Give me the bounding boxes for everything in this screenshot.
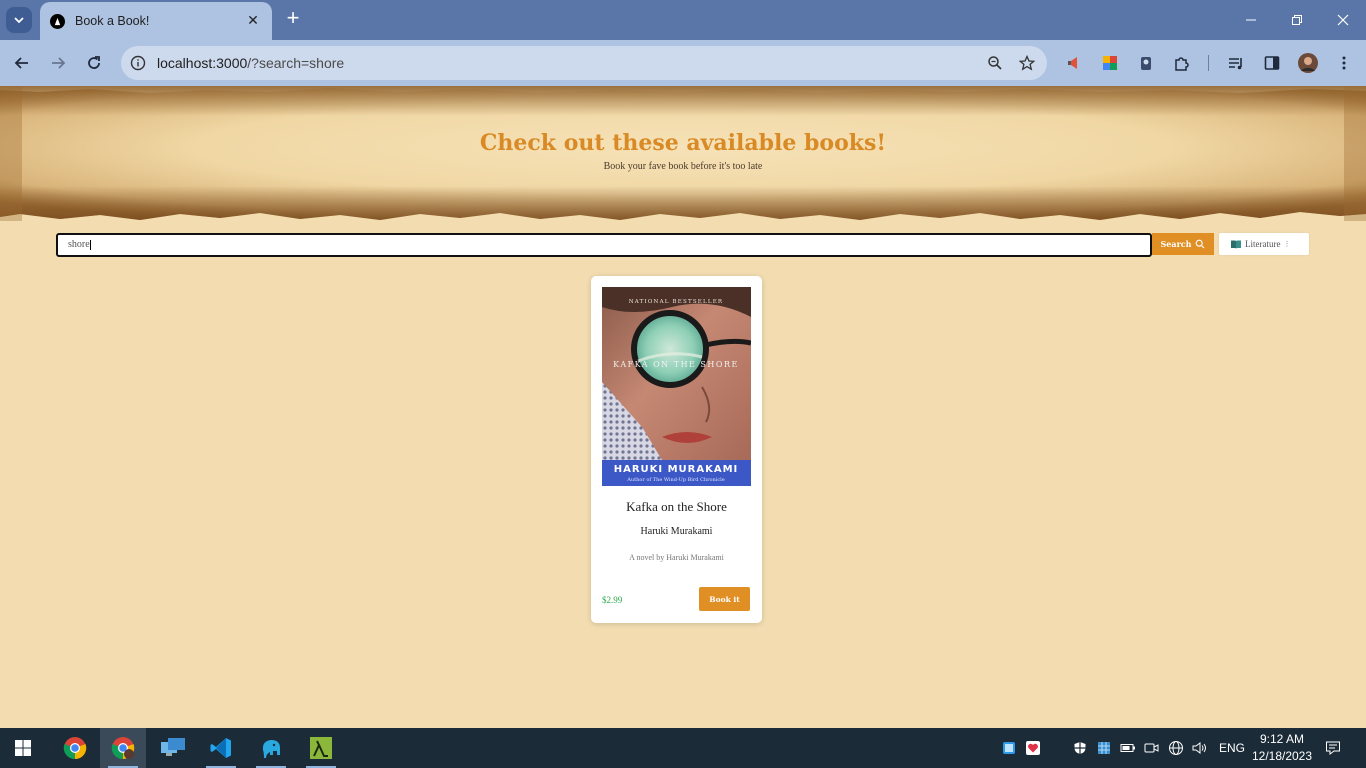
category-select[interactable]: Literature ⋮ [1219, 233, 1309, 255]
url-host: localhost:3000 [157, 55, 248, 71]
taskbar-chrome-profile[interactable] [100, 728, 146, 768]
lambda-icon [310, 737, 332, 759]
address-bar[interactable]: localhost:3000/?search=shore [121, 46, 1047, 80]
cover-author-text: HARUKI MURAKAMI [614, 464, 739, 475]
cover-title-text: KAFKA ON THE SHORE [613, 360, 739, 369]
taskbar-lambda-app[interactable] [298, 728, 344, 768]
search-button[interactable]: Search [1152, 233, 1214, 255]
book-description: A novel by Haruki Murakami [629, 553, 724, 562]
close-window-button[interactable] [1320, 0, 1366, 40]
cover-banner-text: NATIONAL BESTSELLER [629, 299, 724, 305]
nextjs-favicon-icon [50, 13, 65, 29]
search-input-value: shore [68, 239, 90, 250]
bookmark-star-icon[interactable] [1015, 51, 1039, 75]
remote-desktop-icon [161, 738, 185, 756]
security-shield-icon[interactable] [1070, 738, 1090, 758]
reload-icon [88, 56, 100, 69]
network-globe-icon[interactable] [1166, 738, 1186, 758]
book-author: Haruki Murakami [640, 526, 713, 537]
chrome-profile-icon [111, 737, 135, 760]
tray-table-icon[interactable] [1094, 738, 1114, 758]
browser-tab-bar: Book a Book! ✕ + [0, 0, 1366, 40]
parchment-background [0, 86, 1366, 221]
search-input[interactable]: shore [56, 233, 1152, 257]
clock-date[interactable]: 12/18/2023 [1250, 749, 1314, 763]
volume-icon[interactable] [1190, 738, 1210, 758]
hero-banner: Check out these available books! Book yo… [0, 86, 1366, 231]
tab-close-icon[interactable]: ✕ [244, 13, 262, 29]
reload-button[interactable] [82, 51, 106, 75]
battery-icon[interactable] [1118, 738, 1138, 758]
notifications-icon[interactable] [1323, 738, 1343, 758]
restore-button[interactable] [1274, 0, 1320, 40]
taskbar-vscode[interactable] [198, 728, 244, 768]
windows-logo-icon [15, 740, 31, 756]
chevron-down-icon [14, 17, 24, 24]
select-handle-icon: ⋮ [1283, 240, 1291, 248]
search-button-label: Search [1160, 239, 1192, 249]
book-title: Kafka on the Shore [626, 499, 727, 514]
close-icon [1337, 14, 1349, 26]
start-button[interactable] [0, 728, 46, 768]
restore-icon [1292, 15, 1302, 25]
category-select-label: Literature [1245, 239, 1281, 249]
color-extension-icon[interactable] [1098, 51, 1122, 75]
toolbar-divider [1208, 55, 1209, 71]
tray-heart-icon[interactable] [1023, 738, 1043, 758]
arrow-right-icon [52, 57, 66, 69]
puzzle-extensions-icon[interactable] [1170, 51, 1194, 75]
vscode-icon [210, 738, 231, 758]
tab-title: Book a Book! [75, 14, 150, 28]
arrow-left-icon [14, 57, 28, 69]
taskbar-chrome[interactable] [52, 728, 98, 768]
page-subtitle: Book your fave book before it's too late [603, 161, 763, 172]
megaphone-extension-icon[interactable] [1062, 51, 1086, 75]
camera-icon[interactable] [1142, 738, 1162, 758]
profile-avatar[interactable] [1296, 51, 1320, 75]
zoom-icon[interactable] [983, 51, 1007, 75]
active-tab[interactable]: Book a Book! ✕ [40, 2, 272, 40]
browser-toolbar: localhost:3000/?search=shore [0, 40, 1366, 86]
cover-tagline-text: Author of The Wind-Up Bird Chronicle [626, 477, 724, 483]
media-control-icon[interactable] [1224, 51, 1248, 75]
taskbar-elephant-app[interactable] [248, 728, 294, 768]
url-text[interactable]: localhost:3000/?search=shore [157, 55, 983, 71]
url-path: /?search=shore [247, 55, 345, 71]
new-tab-button[interactable]: + [282, 7, 304, 30]
back-button[interactable] [10, 51, 34, 75]
windows-taskbar: ENG 9:12 AM 12/18/2023 [0, 728, 1366, 768]
tray-app-icon[interactable] [999, 738, 1019, 758]
book-icon [1231, 240, 1241, 249]
page-title: Check out these available books! [479, 130, 887, 156]
taskbar-remote-desktop[interactable] [150, 728, 196, 768]
browser-menu-icon[interactable] [1332, 51, 1356, 75]
book-cover: NATIONAL BESTSELLER KAFKA ON THE SHORE H… [602, 287, 751, 486]
side-panel-icon[interactable] [1260, 51, 1284, 75]
tab-search-button[interactable] [6, 7, 32, 33]
page-content: Check out these available books! Book yo… [0, 86, 1366, 728]
book-card: NATIONAL BESTSELLER KAFKA ON THE SHORE H… [591, 276, 762, 623]
input-language[interactable]: ENG [1219, 741, 1245, 755]
book-it-button[interactable]: Book it [699, 587, 750, 611]
search-icon [1196, 239, 1205, 249]
book-price: $2.99 [602, 595, 623, 605]
minimize-icon [1246, 19, 1256, 21]
site-info-icon[interactable] [127, 52, 149, 74]
book-cover-image: NATIONAL BESTSELLER KAFKA ON THE SHORE H… [602, 287, 751, 486]
badge-extension-icon[interactable] [1134, 51, 1158, 75]
chrome-icon [63, 737, 87, 760]
clock-time[interactable]: 9:12 AM [1257, 732, 1307, 746]
minimize-button[interactable] [1228, 0, 1274, 40]
forward-button[interactable] [46, 51, 70, 75]
text-caret [89, 239, 91, 250]
elephant-icon [262, 740, 280, 758]
